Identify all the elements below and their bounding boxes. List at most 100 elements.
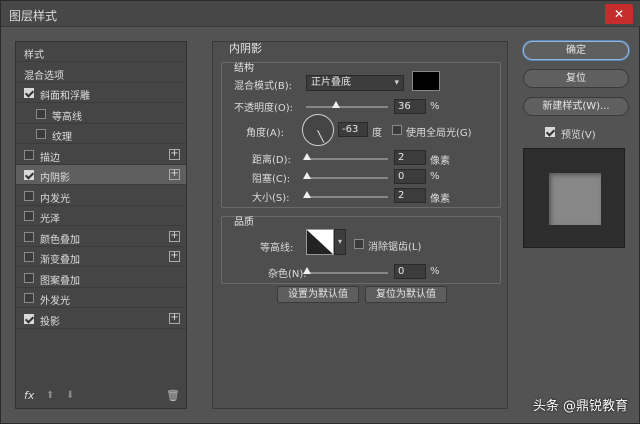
trash-icon[interactable]: 🗑	[166, 389, 180, 402]
style-item-checkbox[interactable]	[24, 252, 34, 262]
style-item-checkbox[interactable]	[24, 231, 34, 242]
angle-needle	[317, 130, 325, 143]
size-input[interactable]: 2	[394, 188, 426, 203]
angle-input[interactable]: -63	[338, 122, 368, 137]
shadow-color-swatch[interactable]	[412, 71, 440, 91]
add-effect-plus-icon[interactable]: +	[169, 312, 180, 324]
opacity-input[interactable]: 36	[394, 99, 426, 114]
style-item-label: 混合选项	[24, 70, 64, 82]
style-item-checkbox[interactable]	[24, 88, 34, 98]
distance-slider[interactable]	[303, 153, 388, 160]
style-list-item[interactable]: 描边 +	[16, 145, 186, 165]
move-up-icon[interactable]: ⬆	[46, 390, 54, 401]
noise-unit: %	[430, 266, 440, 277]
quality-title: 品质	[234, 217, 254, 228]
angle-label: 角度(A):	[246, 128, 285, 139]
preview-checkbox[interactable]	[545, 127, 555, 137]
style-item-checkbox[interactable]	[24, 170, 34, 180]
noise-label: 杂色(N):	[268, 269, 307, 280]
style-list-item[interactable]: 图案叠加	[16, 268, 186, 288]
structure-title: 结构	[234, 63, 254, 74]
blend-mode-value: 正片叠底	[311, 77, 351, 88]
add-effect-plus-icon[interactable]: +	[169, 169, 180, 180]
add-effect-plus-icon[interactable]: +	[169, 148, 180, 160]
title-bar[interactable]: 图层样式 ✕	[1, 1, 640, 27]
style-item-checkbox[interactable]	[24, 149, 34, 160]
style-list-item[interactable]: 等高线	[16, 104, 186, 124]
watermark: 头条 @鼎锐教育	[532, 399, 628, 414]
style-list-item[interactable]: 光泽	[16, 206, 186, 226]
noise-slider-thumb[interactable]	[303, 267, 311, 274]
style-item-label: 投影	[40, 316, 60, 328]
style-item-checkbox[interactable]	[24, 272, 34, 283]
style-list-item[interactable]: 内发光	[16, 186, 186, 206]
antialias-checkbox[interactable]	[354, 239, 364, 249]
style-list-item[interactable]: 外发光	[16, 288, 186, 308]
style-item-label: 光泽	[40, 214, 60, 225]
reset-default-button[interactable]: 复位为默认值	[365, 286, 447, 303]
style-item-label: 纹理	[52, 132, 72, 143]
distance-slider-thumb[interactable]	[303, 153, 311, 160]
style-item-checkbox[interactable]	[36, 108, 46, 119]
contour-dropdown-chevron-icon[interactable]: ▾	[334, 229, 346, 255]
reset-button[interactable]: 复位	[523, 69, 629, 88]
style-list-item[interactable]: 渐变叠加 +	[16, 247, 186, 267]
style-preview-swatch	[549, 173, 601, 225]
style-item-checkbox[interactable]	[24, 190, 34, 201]
set-default-button[interactable]: 设置为默认值	[277, 286, 359, 303]
size-slider[interactable]	[303, 191, 388, 198]
style-item-label: 图案叠加	[40, 275, 80, 287]
style-list-item[interactable]: 投影 +	[16, 309, 186, 329]
noise-slider[interactable]	[303, 267, 388, 274]
antialias-label: 消除锯齿(L)	[368, 242, 422, 253]
style-list-item[interactable]: 颜色叠加 +	[16, 227, 186, 247]
noise-input[interactable]: 0	[394, 264, 426, 279]
window-title: 图层样式	[9, 9, 58, 23]
size-unit: 像素	[430, 194, 450, 205]
add-effect-plus-icon[interactable]: +	[169, 251, 180, 262]
add-effect-plus-icon[interactable]: +	[169, 230, 180, 242]
style-item-label: 渐变叠加	[40, 255, 80, 266]
style-item-label: 样式	[24, 50, 44, 61]
style-list-item[interactable]: 样式	[16, 42, 186, 62]
distance-input[interactable]: 2	[394, 150, 426, 165]
style-item-label: 颜色叠加	[40, 234, 80, 246]
style-item-label: 外发光	[40, 296, 70, 307]
opacity-slider[interactable]	[306, 101, 388, 108]
layer-style-dialog: 图层样式 ✕ 样式 混合选项 斜面和浮雕 等高线 纹理 描边 + 内阴影 + 内发光 光泽 颜色叠加 +…	[0, 0, 640, 424]
style-list-item[interactable]: 混合选项	[16, 63, 186, 83]
angle-dial[interactable]	[302, 114, 334, 146]
choke-slider-thumb[interactable]	[303, 172, 311, 179]
styles-list-footer: fx ⬆ ⬇ 🗑	[16, 386, 186, 408]
distance-label: 距离(D):	[252, 155, 291, 166]
fx-button[interactable]: fx	[24, 389, 34, 402]
style-list-item[interactable]: 纹理	[16, 124, 186, 144]
size-label: 大小(S):	[252, 193, 290, 204]
new-style-button[interactable]: 新建样式(W)...	[523, 97, 629, 116]
move-down-icon[interactable]: ⬇	[66, 390, 74, 401]
style-item-checkbox[interactable]	[24, 293, 34, 303]
style-item-checkbox[interactable]	[36, 129, 46, 139]
choke-slider[interactable]	[303, 172, 388, 179]
style-item-label: 描边	[40, 152, 60, 164]
opacity-label: 不透明度(O):	[234, 103, 294, 114]
opacity-slider-thumb[interactable]	[331, 101, 340, 108]
style-list-item[interactable]: 斜面和浮雕	[16, 83, 186, 103]
opacity-unit: %	[430, 101, 440, 112]
style-item-checkbox[interactable]	[24, 211, 34, 221]
preview-label: 预览(V)	[561, 130, 596, 141]
contour-preview[interactable]	[306, 229, 334, 255]
close-button[interactable]: ✕	[605, 4, 633, 24]
style-item-label: 斜面和浮雕	[40, 91, 90, 102]
size-slider-thumb[interactable]	[303, 191, 311, 198]
ok-button[interactable]: 确定	[523, 41, 629, 60]
global-light-checkbox[interactable]	[392, 125, 402, 135]
styles-list-panel: 样式 混合选项 斜面和浮雕 等高线 纹理 描边 + 内阴影 + 内发光 光泽 颜色叠加 + 渐变叠加 + 图案…	[15, 41, 187, 409]
choke-input[interactable]: 0	[394, 169, 426, 184]
style-item-checkbox[interactable]	[24, 313, 34, 324]
contour-label: 等高线:	[260, 243, 294, 254]
blend-mode-select[interactable]: 正片叠底 ▾	[306, 75, 404, 91]
style-list-item[interactable]: 内阴影 +	[16, 165, 186, 185]
global-light-label: 使用全局光(G)	[406, 128, 472, 139]
quality-group: 品质 等高线: ▾ 消除锯齿(L) 杂色(N): 0 %	[221, 216, 501, 284]
